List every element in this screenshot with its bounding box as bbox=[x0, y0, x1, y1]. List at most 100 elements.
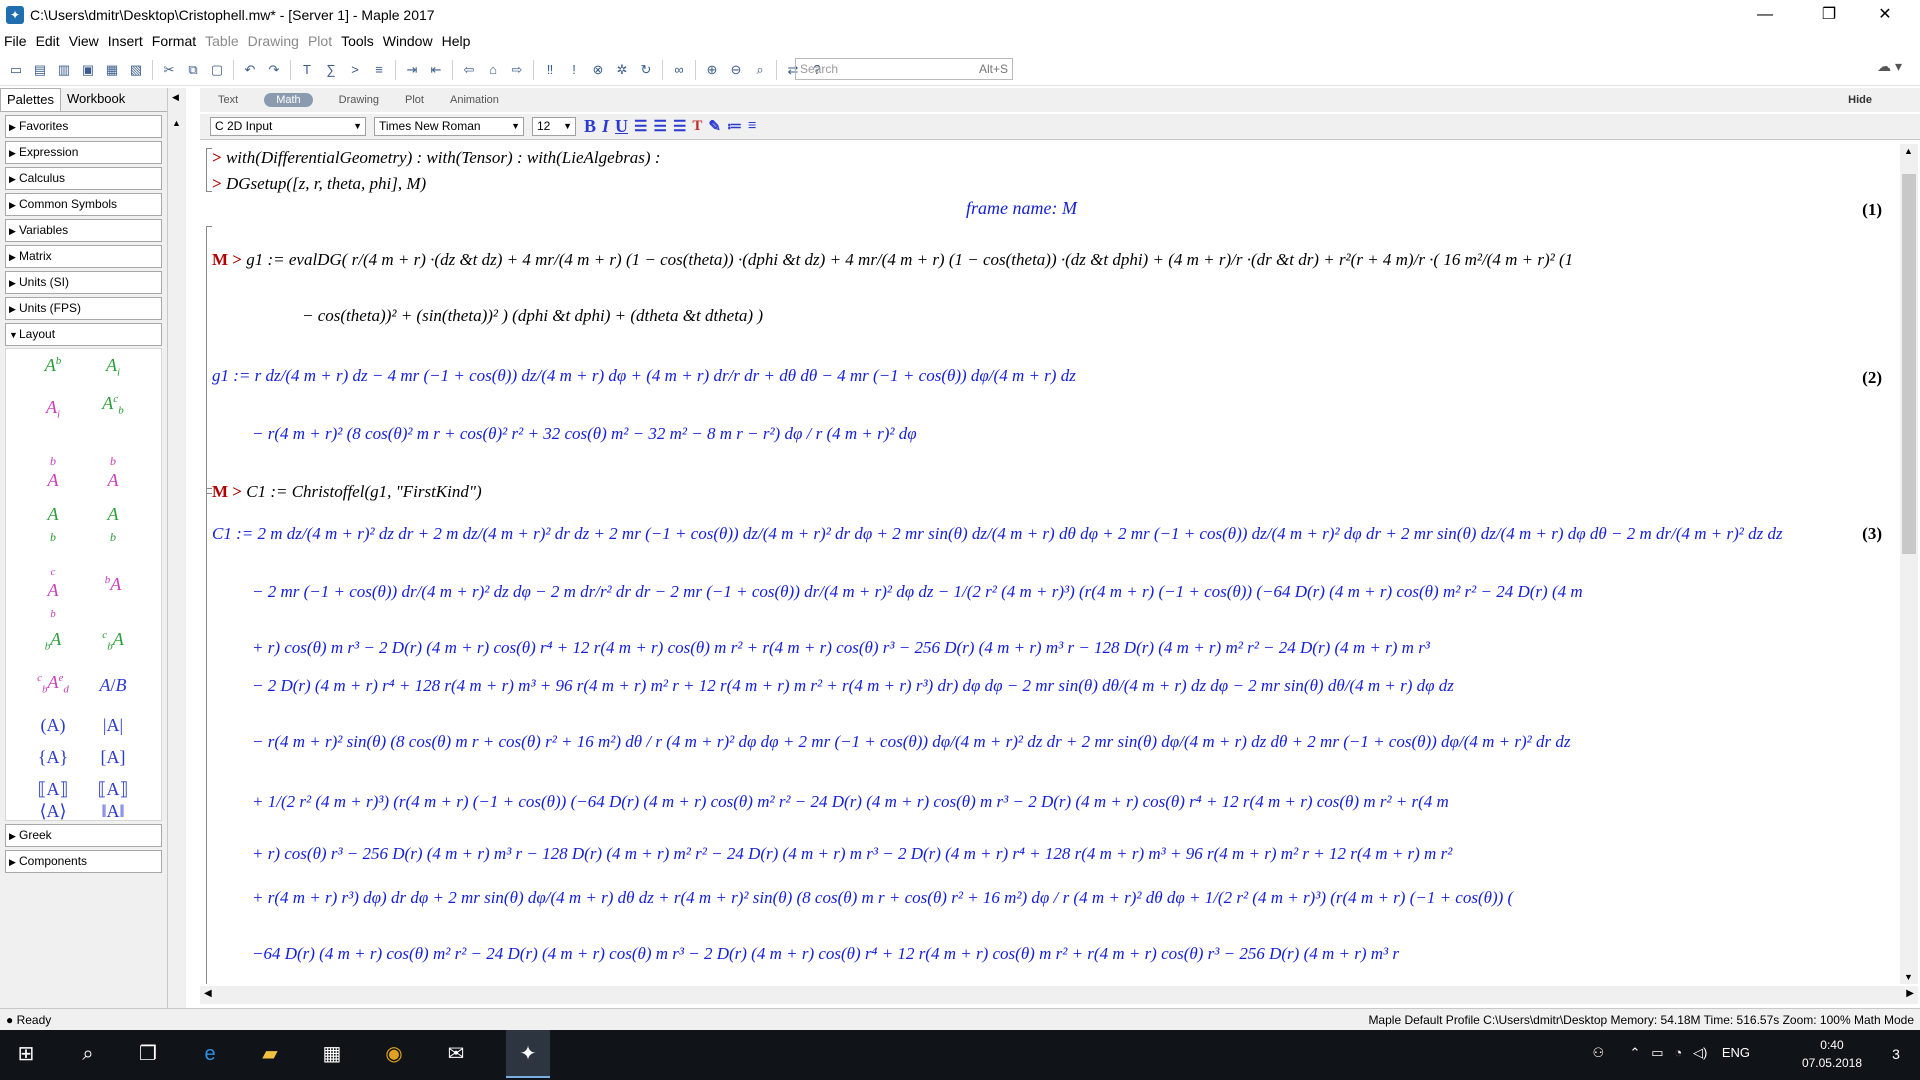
layout-under-2[interactable]: Ab bbox=[88, 504, 138, 546]
menu-help[interactable]: Help bbox=[442, 33, 471, 49]
execute-all-icon[interactable]: ‼ bbox=[540, 60, 560, 80]
palette-section-components[interactable]: ▶ Components bbox=[5, 850, 162, 873]
layout-subscript[interactable]: Ai bbox=[88, 355, 138, 379]
network-icon[interactable]: ◔ bbox=[1674, 1045, 1682, 1060]
save-icon[interactable]: ▣ bbox=[78, 60, 98, 80]
layout-braces[interactable]: {A} bbox=[28, 747, 78, 768]
search-input[interactable]: Search Alt+S bbox=[795, 58, 1013, 80]
tab-animation[interactable]: Animation bbox=[450, 94, 499, 106]
align-right-icon[interactable]: ☰ bbox=[673, 117, 686, 136]
layout-floor[interactable]: ⟦A⟧ bbox=[28, 779, 78, 800]
copy-icon[interactable]: ⧉ bbox=[183, 60, 203, 80]
bold-icon[interactable]: B bbox=[584, 116, 596, 137]
print-icon[interactable]: ▦ bbox=[102, 60, 122, 80]
font-select[interactable]: Times New Roman ▼ bbox=[374, 117, 524, 136]
outdent-icon[interactable]: ⇤ bbox=[426, 60, 446, 80]
paste-icon[interactable]: ▢ bbox=[207, 60, 227, 80]
insert-math-icon[interactable]: ∑ bbox=[321, 60, 341, 80]
scroll-up-icon[interactable]: ▲ bbox=[1904, 146, 1913, 156]
debug-icon[interactable]: ✲ bbox=[612, 60, 632, 80]
palette-section-matrix[interactable]: ▶ Matrix bbox=[5, 245, 162, 268]
maple-taskbar-icon[interactable]: ✦ bbox=[506, 1030, 550, 1078]
tab-text[interactable]: Text bbox=[218, 94, 238, 106]
mail-icon[interactable]: ✉ bbox=[442, 1040, 470, 1068]
palette-section-greek[interactable]: ▶ Greek bbox=[5, 824, 162, 847]
collapse-palette-icon[interactable]: ◀ bbox=[172, 92, 179, 103]
layout-pre-sub-sup[interactable]: cbA bbox=[88, 629, 138, 653]
language-indicator[interactable]: ENG bbox=[1722, 1045, 1750, 1060]
scroll-down-icon[interactable]: ▼ bbox=[1904, 972, 1913, 982]
insert-text-icon[interactable]: T bbox=[297, 60, 317, 80]
worksheet[interactable]: > with(DifferentialGeometry) : with(Tens… bbox=[206, 144, 1900, 984]
open-icon[interactable]: ▥ bbox=[54, 60, 74, 80]
layout-over[interactable]: bA bbox=[28, 449, 78, 491]
input-line-3b[interactable]: − cos(theta))² + (sin(theta))² ) (dphi &… bbox=[302, 306, 763, 325]
stop-icon[interactable]: ⊗ bbox=[588, 60, 608, 80]
menu-tools[interactable]: Tools bbox=[341, 33, 374, 49]
tab-math[interactable]: Math bbox=[264, 93, 313, 107]
people-icon[interactable]: ⚇ bbox=[1593, 1045, 1605, 1060]
link-icon[interactable]: ∞ bbox=[669, 60, 689, 80]
layout-subscript-m[interactable]: Ai bbox=[28, 397, 78, 421]
align-left-icon[interactable]: ☰ bbox=[634, 117, 647, 136]
tab-workbook[interactable]: Workbook bbox=[61, 88, 131, 111]
highlight-icon[interactable]: ✎ bbox=[708, 117, 721, 136]
print-preview-icon[interactable]: ▧ bbox=[126, 60, 146, 80]
redo-icon[interactable]: ↷ bbox=[264, 60, 284, 80]
menu-insert[interactable]: Insert bbox=[108, 33, 143, 49]
layout-sub-sup[interactable]: Acb bbox=[88, 393, 138, 417]
layout-over-2[interactable]: bA bbox=[88, 449, 138, 491]
align-center-icon[interactable]: ☰ bbox=[653, 117, 666, 136]
palette-scrollbar[interactable]: ◀ ▲ bbox=[168, 88, 186, 1008]
zoom-out-icon[interactable]: ⊖ bbox=[726, 60, 746, 80]
bullet-list-icon[interactable]: ≔ bbox=[727, 117, 742, 136]
tab-plot[interactable]: Plot bbox=[405, 94, 424, 106]
battery-icon[interactable]: ▭ bbox=[1651, 1045, 1663, 1060]
menu-view[interactable]: View bbox=[69, 33, 99, 49]
menu-table[interactable]: Table bbox=[205, 33, 238, 49]
layout-angle[interactable]: ⟨A⟩ bbox=[28, 801, 78, 822]
numbered-list-icon[interactable]: ≡ bbox=[748, 118, 757, 135]
palette-section-layout[interactable]: ▼Layout bbox=[5, 323, 162, 346]
file-explorer-icon[interactable]: ▰ bbox=[256, 1040, 284, 1068]
text-color-icon[interactable]: T bbox=[692, 118, 702, 135]
windows-start-icon[interactable]: ⊞ bbox=[12, 1040, 40, 1068]
tray-chevron-icon[interactable]: ⌃ bbox=[1629, 1045, 1640, 1060]
layout-over-under[interactable]: cAb bbox=[28, 559, 78, 622]
palette-section-units-fps[interactable]: ▶ Units (FPS) bbox=[5, 297, 162, 320]
input-mode-select[interactable]: C 2D Input ▼ bbox=[210, 117, 366, 136]
cloud-icon[interactable]: ☁ ▾ bbox=[1877, 58, 1902, 75]
edge-browser-icon[interactable]: e bbox=[196, 1040, 224, 1068]
chrome-icon[interactable]: ◉ bbox=[380, 1040, 408, 1068]
layout-pre-sup[interactable]: bA bbox=[88, 574, 138, 595]
close-button[interactable]: ✕ bbox=[1862, 0, 1908, 30]
font-size-select[interactable]: 12 ▼ bbox=[532, 117, 576, 136]
insert-prompt-icon[interactable]: > bbox=[345, 60, 365, 80]
zoom-in-icon[interactable]: ⊕ bbox=[702, 60, 722, 80]
zoom-icon[interactable]: ⌕ bbox=[750, 60, 770, 80]
layout-pre-sub[interactable]: bA bbox=[28, 629, 78, 653]
undo-icon[interactable]: ↶ bbox=[240, 60, 260, 80]
cut-icon[interactable]: ✂ bbox=[159, 60, 179, 80]
menu-edit[interactable]: Edit bbox=[36, 33, 60, 49]
palette-section-units-si[interactable]: ▶ Units (SI) bbox=[5, 271, 162, 294]
layout-under[interactable]: Ab bbox=[28, 504, 78, 546]
home-icon[interactable]: ⌂ bbox=[483, 60, 503, 80]
palette-section-variables[interactable]: ▶ Variables bbox=[5, 219, 162, 242]
menu-window[interactable]: Window bbox=[383, 33, 433, 49]
tab-palettes[interactable]: Palettes bbox=[0, 88, 61, 111]
volume-icon[interactable]: ◁) bbox=[1693, 1045, 1707, 1060]
input-line-1[interactable]: with(DifferentialGeometry) : with(Tensor… bbox=[226, 148, 661, 167]
input-line-2[interactable]: DGsetup([z, r, theta, phi], M) bbox=[226, 174, 426, 193]
execute-icon[interactable]: ! bbox=[564, 60, 584, 80]
new-document-icon[interactable]: ▭ bbox=[6, 60, 26, 80]
worksheet-horizontal-scrollbar[interactable]: ◀ ▶ bbox=[200, 986, 1918, 1004]
layout-norm[interactable]: ‖A‖ bbox=[88, 801, 138, 822]
new-worksheet-icon[interactable]: ▤ bbox=[30, 60, 50, 80]
input-line-4[interactable]: C1 := Christoffel(g1, "FirstKind") bbox=[246, 482, 481, 501]
layout-superscript[interactable]: Ab bbox=[28, 355, 78, 376]
palette-section-expression[interactable]: ▶ Expression bbox=[5, 141, 162, 164]
scroll-right-icon[interactable]: ▶ bbox=[1906, 988, 1914, 999]
restart-icon[interactable]: ↻ bbox=[636, 60, 656, 80]
palette-section-common-symbols[interactable]: ▶ Common Symbols bbox=[5, 193, 162, 216]
